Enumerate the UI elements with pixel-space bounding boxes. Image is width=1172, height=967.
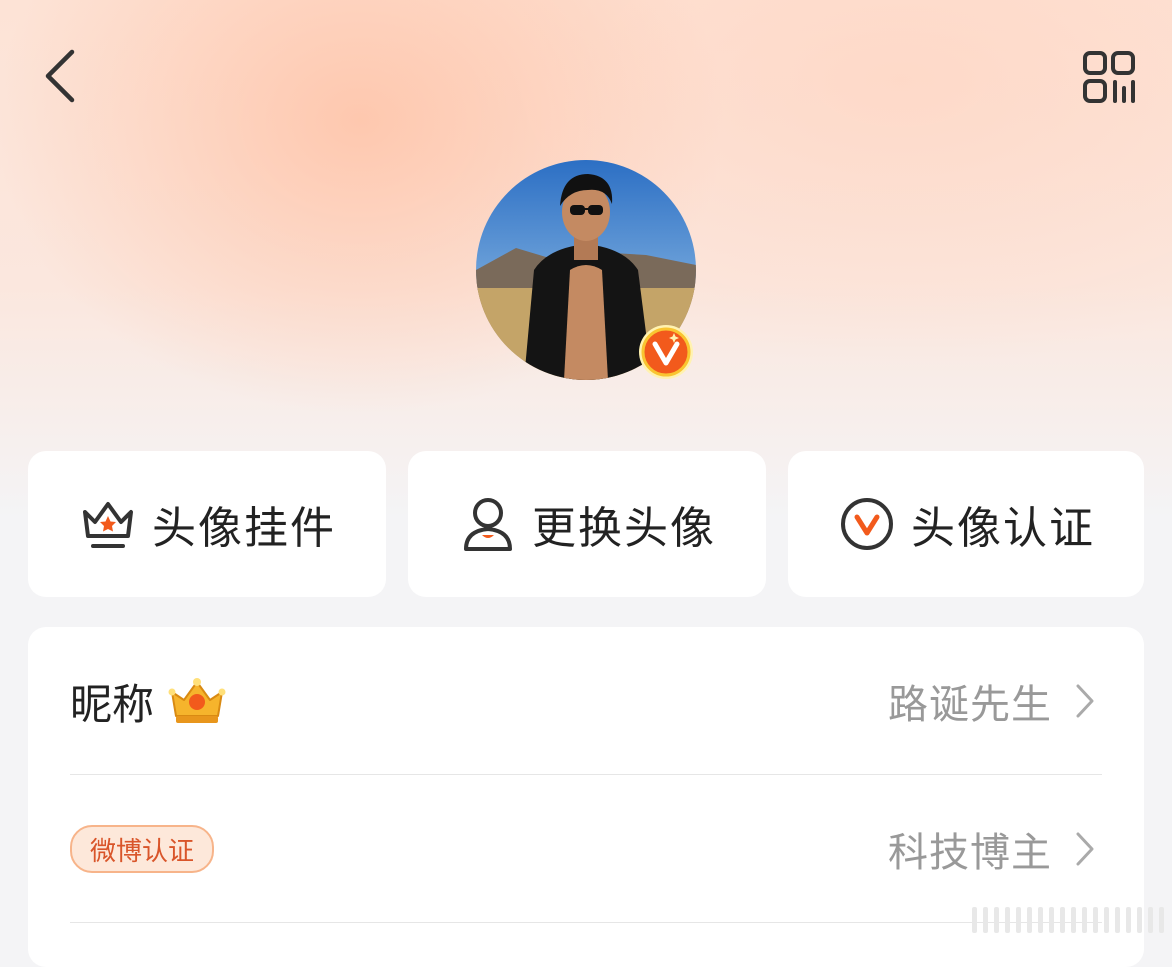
- crown-pendant-icon: [78, 494, 138, 554]
- nickname-value: 路诞先生: [888, 682, 1052, 728]
- avatar-pendant-button[interactable]: 头像挂件: [28, 451, 386, 597]
- qrcode-icon: [1083, 51, 1135, 103]
- verified-badge-icon: [639, 325, 693, 379]
- verification-value: 科技博主: [888, 830, 1052, 876]
- avatar-container: [476, 160, 696, 380]
- back-button[interactable]: [34, 44, 84, 108]
- chevron-left-icon: [45, 49, 75, 103]
- chevron-right-icon: [1068, 681, 1102, 721]
- change-avatar-button[interactable]: 更换头像: [408, 451, 766, 597]
- qrcode-button[interactable]: [1080, 48, 1138, 106]
- change-avatar-label: 更换头像: [532, 503, 716, 554]
- v-circle-icon: [837, 494, 897, 554]
- gold-crown-icon: [168, 678, 226, 723]
- nickname-title: 昵称: [70, 679, 155, 729]
- person-icon: [458, 494, 518, 554]
- weibo-verification-tag: 微博认证: [70, 825, 215, 873]
- avatar-verification-button[interactable]: 头像认证: [788, 451, 1144, 597]
- verification-row[interactable]: 微博认证 科技博主: [70, 775, 1102, 923]
- chevron-right-icon: [1068, 829, 1102, 869]
- nickname-row[interactable]: 昵称 路诞先生: [70, 627, 1102, 775]
- row-divider: [70, 922, 1102, 923]
- avatar-pendant-label: 头像挂件: [152, 503, 336, 554]
- avatar-verification-label: 头像认证: [911, 503, 1095, 554]
- scroll-indicator: [968, 905, 1164, 935]
